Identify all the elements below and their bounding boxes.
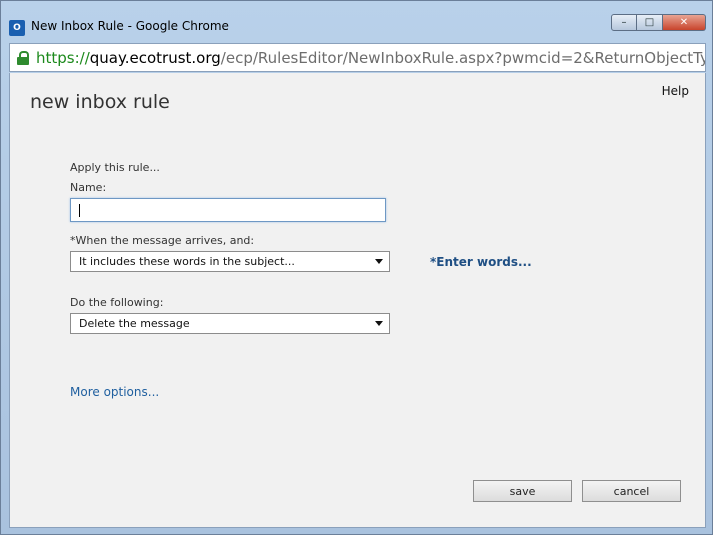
minimize-button[interactable]: – <box>611 14 637 31</box>
condition-select[interactable]: It includes these words in the subject..… <box>70 251 390 272</box>
chevron-down-icon <box>375 321 383 326</box>
maximize-button[interactable]: □ <box>637 14 663 31</box>
apply-rule-label: Apply this rule... <box>70 161 160 174</box>
url-scheme: https:// <box>36 48 90 67</box>
browser-window: O New Inbox Rule - Google Chrome – □ ✕ h… <box>0 0 713 535</box>
more-options-link[interactable]: More options... <box>70 385 159 399</box>
url-host: quay.ecotrust.org <box>89 48 221 67</box>
close-button[interactable]: ✕ <box>663 14 706 31</box>
title-bar[interactable]: O New Inbox Rule - Google Chrome – □ ✕ <box>1 1 712 39</box>
action-select[interactable]: Delete the message <box>70 313 390 334</box>
url-path: /ecp/RulesEditor/NewInboxRule.aspx?pwmci… <box>220 48 705 67</box>
window-controls: – □ ✕ <box>611 14 706 31</box>
chevron-down-icon <box>375 259 383 264</box>
outlook-icon: O <box>9 20 25 36</box>
name-input[interactable] <box>70 198 386 222</box>
page-content: new inbox rule Help Apply this rule... N… <box>9 73 706 528</box>
action-select-value: Delete the message <box>79 317 190 330</box>
url-text[interactable]: https://quay.ecotrust.org/ecp/RulesEdito… <box>36 48 705 67</box>
enter-words-link[interactable]: *Enter words... <box>430 255 532 269</box>
cancel-button[interactable]: cancel <box>582 480 681 502</box>
name-label: Name: <box>70 181 107 194</box>
text-caret <box>79 203 80 217</box>
do-following-label: Do the following: <box>70 296 164 309</box>
when-label: *When the message arrives, and: <box>70 234 255 247</box>
condition-select-value: It includes these words in the subject..… <box>79 255 295 268</box>
window-title: New Inbox Rule - Google Chrome <box>31 19 229 33</box>
page-title: new inbox rule <box>30 91 170 113</box>
save-button[interactable]: save <box>473 480 572 502</box>
lock-icon <box>16 50 30 65</box>
address-bar[interactable]: https://quay.ecotrust.org/ecp/RulesEdito… <box>9 43 706 72</box>
help-link[interactable]: Help <box>662 84 689 98</box>
